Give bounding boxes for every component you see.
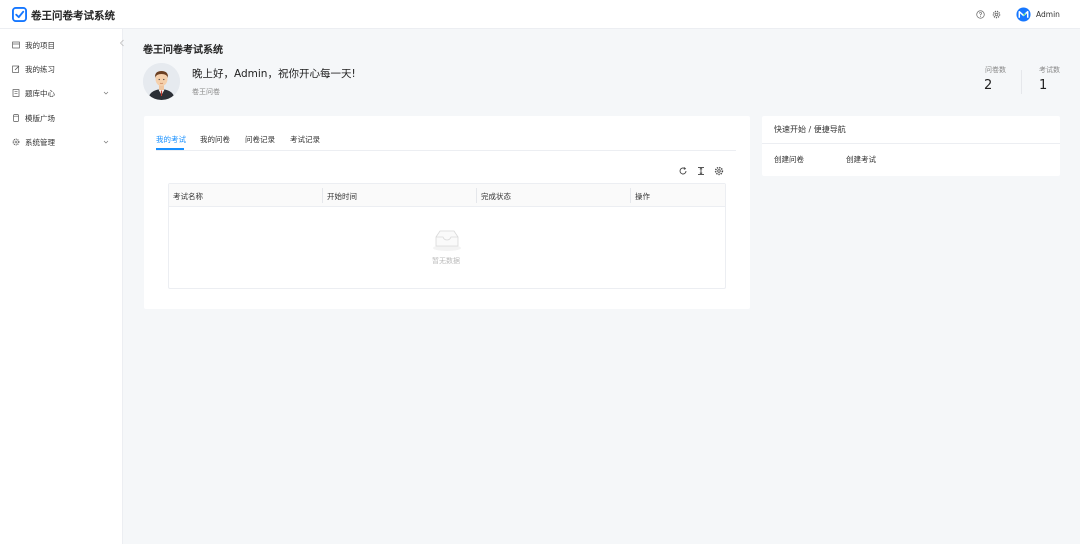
sidebar-item-label: 系统管理 <box>25 138 55 147</box>
stat-survey-count-label: 问卷数 <box>985 66 1006 74</box>
tab-my-exams[interactable]: 我的考试 <box>156 134 186 145</box>
stat-divider <box>1021 70 1022 94</box>
top-header: 卷王问卷考试系统 Admin <box>0 0 1080 29</box>
tab-exam-records[interactable]: 考试记录 <box>290 134 320 145</box>
gear-icon <box>12 138 20 146</box>
book-icon <box>12 89 20 97</box>
column-separator <box>630 188 631 203</box>
table-header: 考试名称 开始时间 完成状态 操作 <box>169 184 725 207</box>
greeting-subtitle: 卷王问卷 <box>192 88 220 96</box>
create-survey-link[interactable]: 创建问卷 <box>774 154 804 165</box>
sidebar-item-question-bank[interactable]: 题库中心 <box>0 83 122 103</box>
edit-icon <box>12 65 20 73</box>
stat-survey-count-value: 2 <box>984 78 993 93</box>
stat-exam-count-label: 考试数 <box>1039 66 1060 74</box>
column-header-actions: 操作 <box>635 192 650 201</box>
help-icon[interactable] <box>976 10 985 19</box>
create-exam-link[interactable]: 创建考试 <box>846 154 876 165</box>
sidebar-item-projects[interactable]: 我的项目 <box>0 35 122 55</box>
empty-text: 暂无数据 <box>432 257 460 265</box>
column-header-exam-name: 考试名称 <box>173 192 203 201</box>
stat-exam-count-value: 1 <box>1039 78 1048 93</box>
refresh-icon[interactable] <box>678 166 688 176</box>
tab-divider <box>156 150 736 151</box>
app-title: 卷王问卷考试系统 <box>31 10 115 22</box>
sidebar-item-system[interactable]: 系统管理 <box>0 132 122 152</box>
sidebar-item-practice[interactable]: 我的练习 <box>0 59 122 79</box>
column-height-icon[interactable] <box>696 166 706 176</box>
template-icon <box>13 114 19 122</box>
sidebar-item-label: 模版广场 <box>25 114 55 123</box>
chevron-down-icon <box>103 140 109 144</box>
chevron-down-icon <box>103 91 109 95</box>
greeting-text: 晚上好，Admin，祝你开心每一天! <box>192 68 356 80</box>
avatar-icon[interactable] <box>1016 7 1031 22</box>
sidebar-item-label: 我的练习 <box>25 65 55 74</box>
column-header-status: 完成状态 <box>481 192 511 201</box>
sidebar: 我的项目 我的练习 题库中心 模版广场 系统管理 <box>0 29 124 544</box>
tab-survey-records[interactable]: 问卷记录 <box>245 134 275 145</box>
project-icon <box>12 41 20 49</box>
sidebar-item-templates[interactable]: 模版广场 <box>0 108 122 128</box>
user-avatar <box>143 63 180 100</box>
sidebar-item-label: 题库中心 <box>25 89 55 98</box>
exam-table: 考试名称 开始时间 完成状态 操作 暂无数据 <box>168 183 726 289</box>
column-separator <box>322 188 323 203</box>
sidebar-item-label: 我的项目 <box>25 41 55 50</box>
empty-inbox-icon <box>433 230 461 251</box>
person-icon <box>143 63 180 100</box>
column-separator <box>476 188 477 203</box>
gear-icon[interactable] <box>992 10 1001 19</box>
user-name[interactable]: Admin <box>1036 10 1060 19</box>
page-title: 卷王问卷考试系统 <box>143 45 223 56</box>
column-header-start-time: 开始时间 <box>327 192 357 201</box>
logo-icon <box>12 7 27 22</box>
quick-start-title: 快速开始 / 便捷导航 <box>774 125 846 134</box>
quick-start-card: 快速开始 / 便捷导航 创建问卷 创建考试 <box>762 116 1060 176</box>
settings-icon[interactable] <box>714 166 724 176</box>
card-divider <box>762 143 1060 144</box>
tab-my-surveys[interactable]: 我的问卷 <box>200 134 230 145</box>
